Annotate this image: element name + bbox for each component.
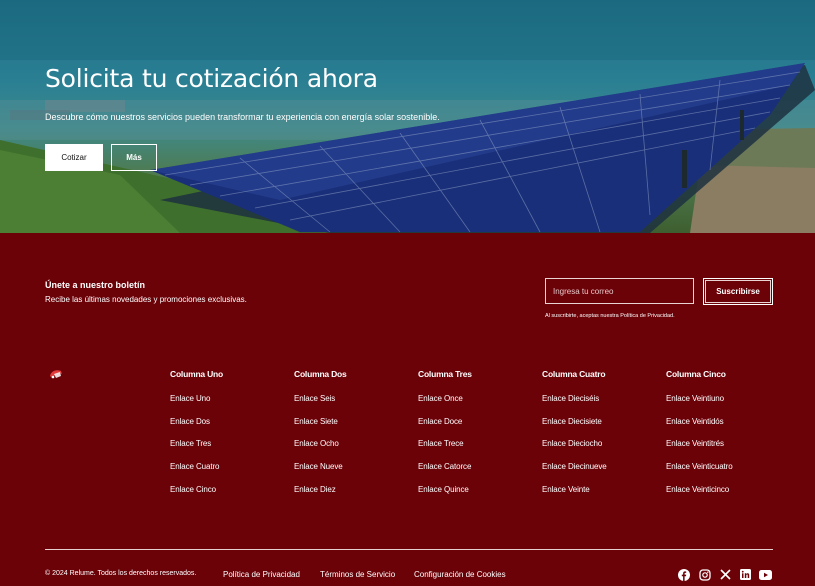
footer-link[interactable]: Enlace Cinco [170,485,223,508]
footer-link[interactable]: Enlace Veinticinco [666,485,733,508]
cotizar-button[interactable]: Cotizar [45,144,103,171]
email-input[interactable] [545,278,694,304]
youtube-icon[interactable] [759,568,772,581]
footer-column-2: Columna Dos Enlace Seis Enlace Siete Enl… [294,369,347,507]
footer-link[interactable]: Enlace Veintitrés [666,439,733,462]
facebook-icon[interactable] [677,568,690,581]
footer-link[interactable]: Enlace Catorce [418,462,472,485]
instagram-icon[interactable] [698,568,711,581]
newsletter-subtitle: Recibe las últimas novedades y promocion… [45,295,247,304]
footer-link[interactable]: Enlace Diecisiete [542,417,607,440]
newsletter-note: Al suscribirte, aceptas nuestra Política… [545,313,675,319]
footer-link[interactable]: Enlace Tres [170,439,223,462]
footer-link[interactable]: Enlace Once [418,394,472,417]
x-icon[interactable] [719,568,732,581]
footer-divider [45,549,773,550]
footer-link[interactable]: Enlace Trece [418,439,472,462]
column-title: Columna Cinco [666,369,726,379]
cookie-settings-link[interactable]: Configuración de Cookies [414,570,506,579]
footer-link[interactable]: Enlace Veintidós [666,417,733,440]
footer-link[interactable]: Enlace Veintiuno [666,394,733,417]
footer-link[interactable]: Enlace Veinticuatro [666,462,733,485]
footer-link[interactable]: Enlace Siete [294,417,347,440]
footer-link[interactable]: Enlace Ocho [294,439,347,462]
privacy-policy-link[interactable]: Política de Privacidad [223,570,300,579]
footer-link[interactable]: Enlace Seis [294,394,347,417]
brand-logo-icon[interactable] [48,368,64,380]
footer-link[interactable]: Enlace Diecinueve [542,462,607,485]
subscribe-button[interactable]: Suscribirse [703,278,773,305]
footer-link[interactable]: Enlace Diez [294,485,347,508]
footer-link[interactable]: Enlace Doce [418,417,472,440]
newsletter-title: Únete a nuestro boletín [45,280,146,290]
footer-link[interactable]: Enlace Uno [170,394,223,417]
terms-of-service-link[interactable]: Términos de Servicio [320,570,395,579]
copyright-text: © 2024 Relume. Todos los derechos reserv… [45,570,197,577]
footer-column-5: Columna Cinco Enlace Veintiuno Enlace Ve… [666,369,733,507]
footer-column-3: Columna Tres Enlace Once Enlace Doce Enl… [418,369,472,507]
footer-link[interactable]: Enlace Dos [170,417,223,440]
linkedin-icon[interactable] [739,568,752,581]
column-title: Columna Cuatro [542,369,606,379]
hero-subtitle: Descubre cómo nuestros servicios pueden … [45,112,440,122]
footer-link[interactable]: Enlace Dieciocho [542,439,607,462]
footer-column-1: Columna Uno Enlace Uno Enlace Dos Enlace… [170,369,223,507]
footer-link[interactable]: Enlace Cuatro [170,462,223,485]
column-title: Columna Tres [418,369,472,379]
footer-link[interactable]: Enlace Dieciséis [542,394,607,417]
footer-column-4: Columna Cuatro Enlace Dieciséis Enlace D… [542,369,607,507]
mas-button[interactable]: Más [111,144,157,171]
footer-link[interactable]: Enlace Veinte [542,485,607,508]
column-title: Columna Dos [294,369,347,379]
footer-link[interactable]: Enlace Quince [418,485,472,508]
hero-section: Solicita tu cotización ahora Descubre có… [0,0,815,233]
column-title: Columna Uno [170,369,224,379]
footer-link[interactable]: Enlace Nueve [294,462,347,485]
hero-title: Solicita tu cotización ahora [45,64,378,93]
